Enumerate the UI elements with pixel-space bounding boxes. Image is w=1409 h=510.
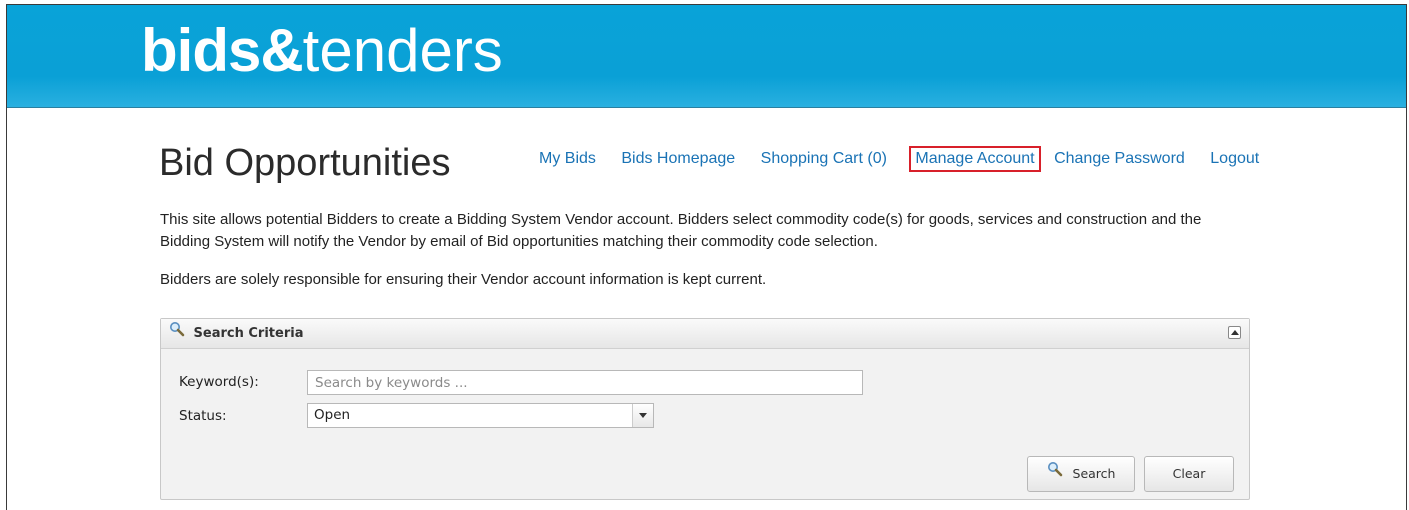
status-label: Status: (179, 408, 227, 424)
keyword-search-input[interactable] (307, 370, 863, 395)
panel-header[interactable]: Search Criteria (161, 319, 1249, 349)
nav-shopping-cart[interactable]: Shopping Cart (0) (758, 148, 890, 170)
chevron-down-icon[interactable] (632, 404, 653, 427)
logo-bold-text: bids& (141, 17, 304, 84)
collapse-up-icon[interactable] (1228, 326, 1241, 339)
intro-paragraph: This site allows potential Bidders to cr… (160, 211, 1202, 250)
search-criteria-panel: Search Criteria Keyword(s): Status: Open… (160, 318, 1250, 500)
intro-text: This site allows potential Bidders to cr… (160, 209, 1210, 307)
keyword-row: Keyword(s): (179, 374, 307, 390)
site-logo[interactable]: bids&tenders (141, 11, 503, 91)
nav-change-password[interactable]: Change Password (1051, 148, 1188, 170)
logo-light-text: tenders (302, 17, 503, 84)
panel-title: Search Criteria (193, 326, 304, 341)
search-button-label: Search (1072, 466, 1116, 481)
nav-my-bids[interactable]: My Bids (536, 148, 599, 170)
status-selected-value: Open (314, 407, 351, 423)
status-row: Status: (179, 408, 307, 424)
search-button[interactable]: Search (1027, 456, 1135, 492)
magnifier-icon (1047, 456, 1063, 490)
keyword-label: Keyword(s): (179, 374, 259, 390)
clear-button[interactable]: Clear (1144, 456, 1234, 492)
nav-manage-account[interactable]: Manage Account (909, 146, 1041, 172)
clear-button-label: Clear (1172, 466, 1206, 481)
site-header: bids&tenders (7, 5, 1406, 108)
top-nav: My Bids Bids Homepage Shopping Cart (0) … (536, 146, 1277, 172)
intro-paragraph: Bidders are solely responsible for ensur… (160, 271, 767, 288)
page-title: Bid Opportunities (159, 142, 451, 184)
nav-logout[interactable]: Logout (1207, 148, 1262, 170)
status-select[interactable]: Open (307, 403, 654, 428)
nav-bids-homepage[interactable]: Bids Homepage (618, 148, 738, 170)
magnifier-icon (169, 319, 185, 348)
